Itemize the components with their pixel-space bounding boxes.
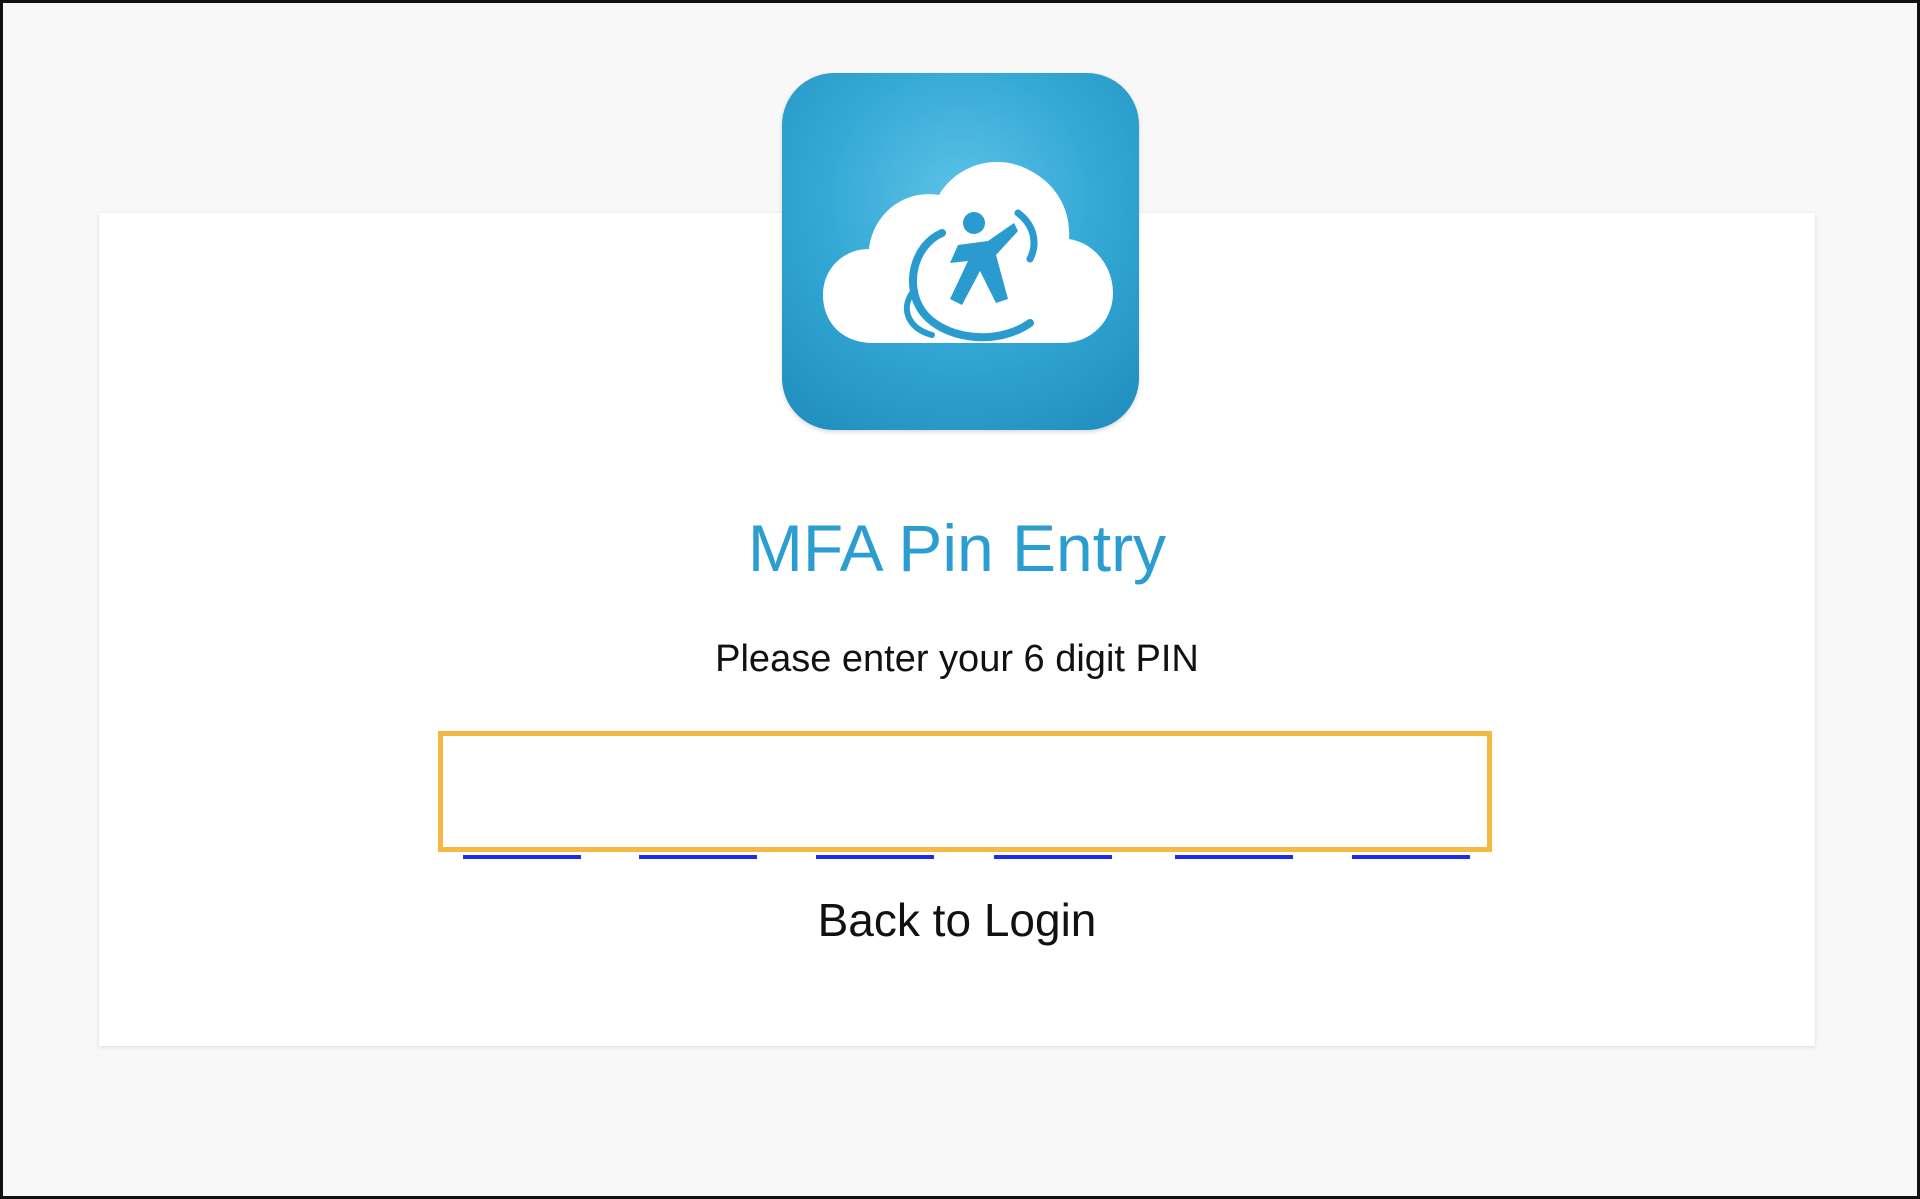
pin-digit-1[interactable] [463, 821, 581, 859]
pin-instruction: Please enter your 6 digit PIN [715, 638, 1199, 680]
pin-digit-6[interactable] [1352, 821, 1470, 859]
pin-digit-4[interactable] [994, 821, 1112, 859]
pin-digit-5[interactable] [1175, 821, 1293, 859]
pin-digit-3[interactable] [816, 821, 934, 859]
pin-digit-2[interactable] [639, 821, 757, 859]
cloud-person-icon [823, 161, 1113, 343]
page-title: MFA Pin Entry [747, 511, 1167, 585]
pin-entry-group [438, 731, 1492, 859]
back-to-login-link[interactable]: Back to Login [99, 892, 1815, 948]
app-logo [782, 73, 1139, 430]
